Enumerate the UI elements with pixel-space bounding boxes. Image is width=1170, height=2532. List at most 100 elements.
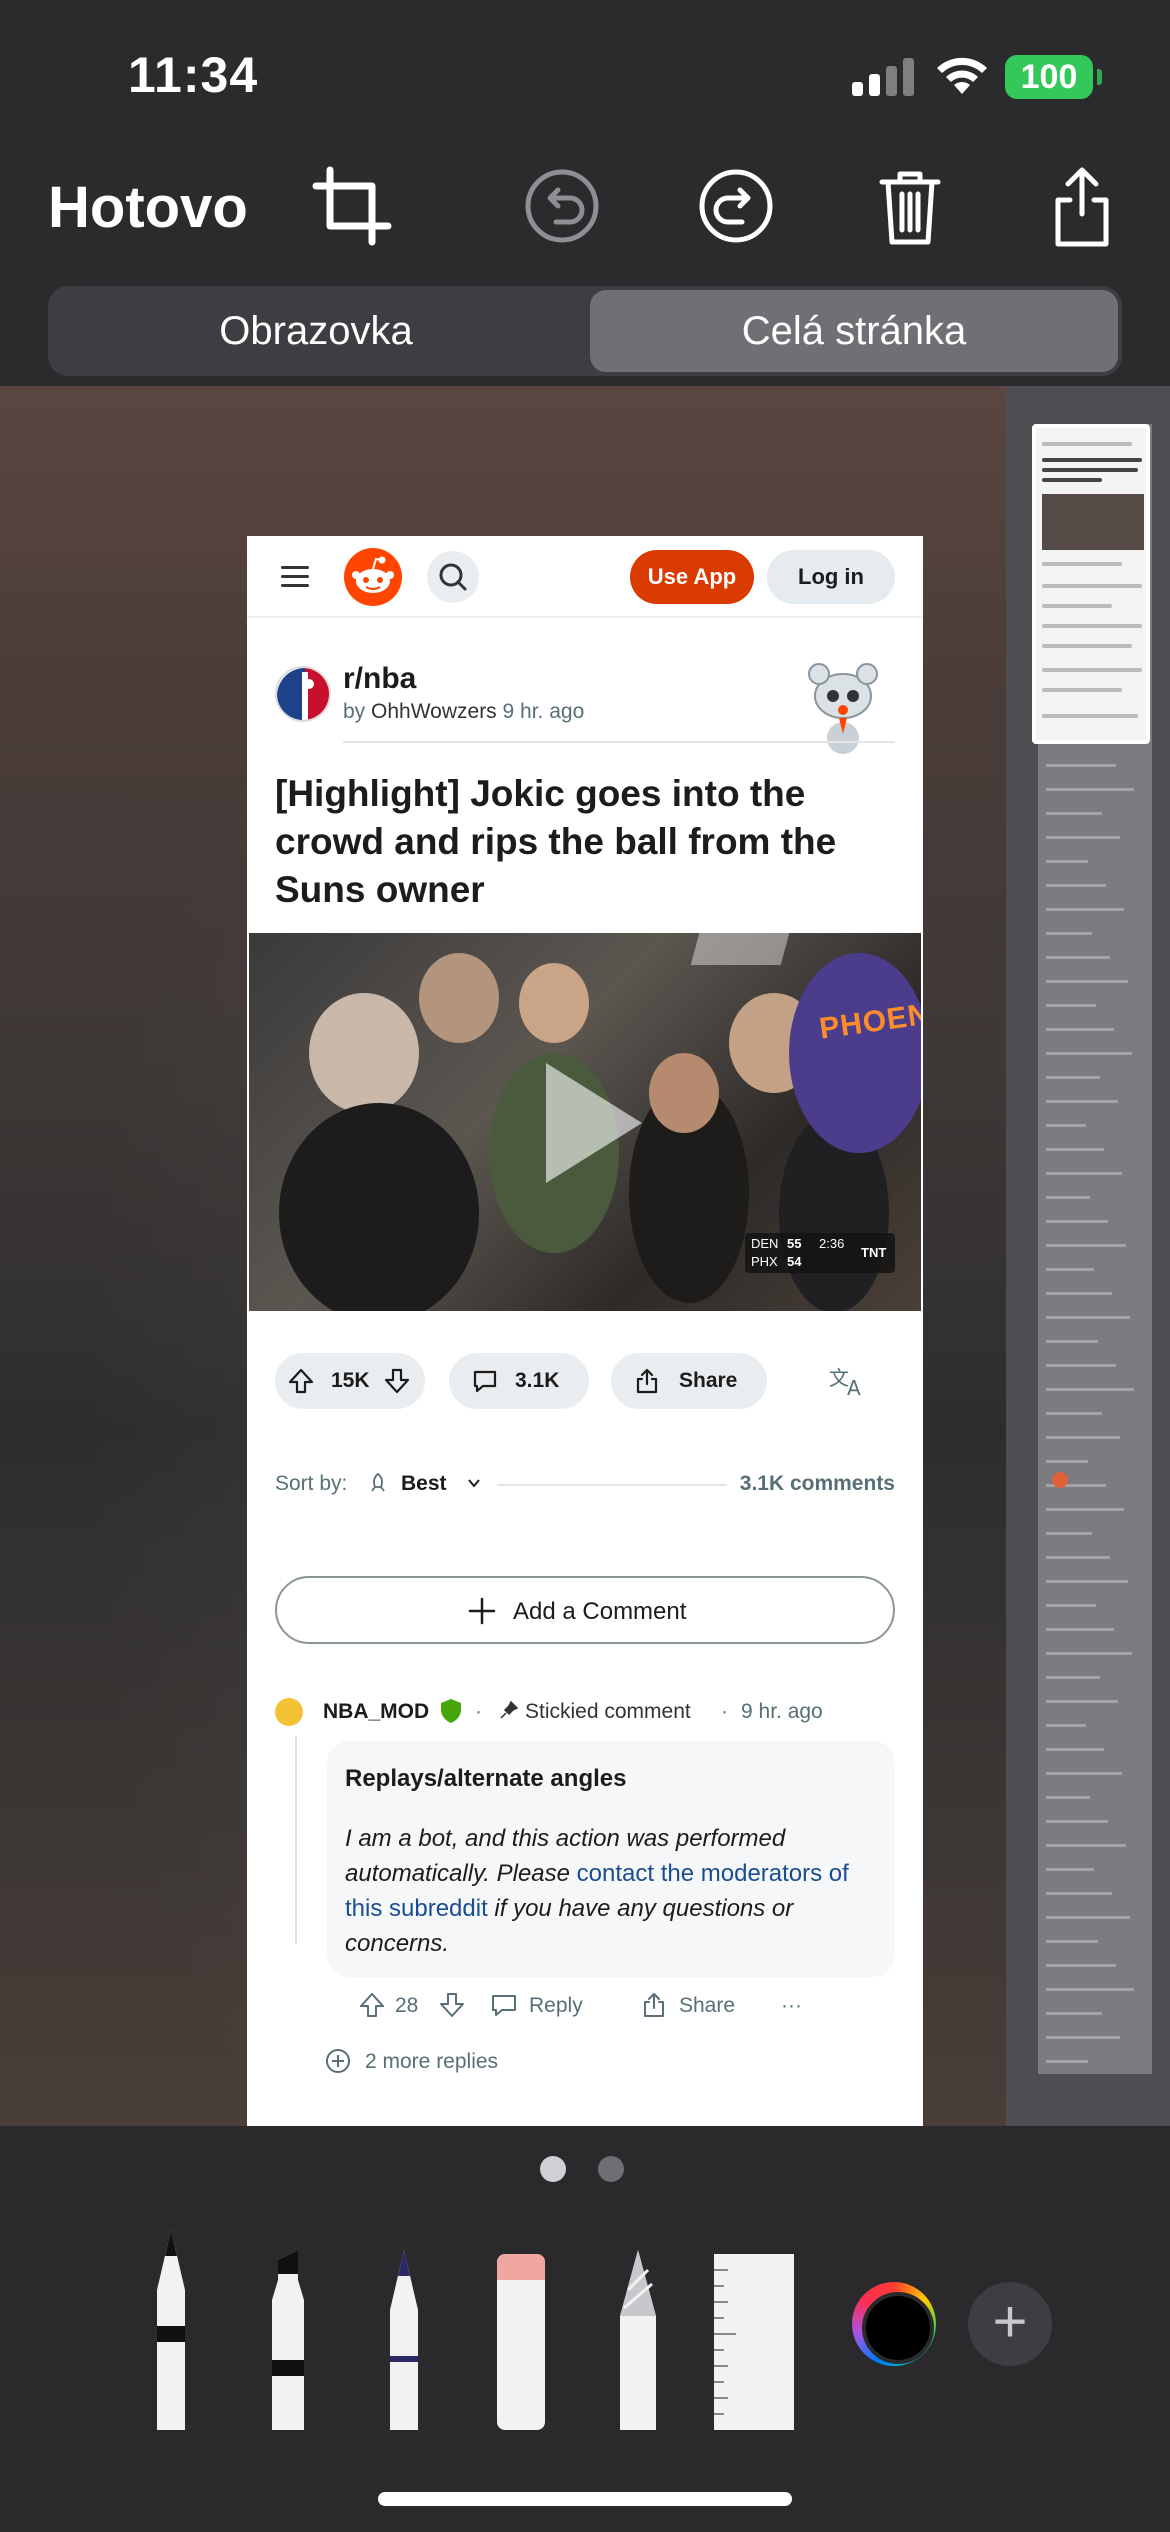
add-tool-button[interactable]: + [968,2282,1052,2366]
thumbnail-text-line [1046,1940,1098,1943]
thumbnail-text-line [1046,1316,1130,1319]
thumbnail-text-line [1046,1148,1104,1151]
thumbnail-text-line [1046,1172,1122,1175]
downvote-icon[interactable] [383,1367,411,1395]
comment-author[interactable]: NBA_MOD [323,1700,429,1724]
thumbnail-text-line [1046,1100,1118,1103]
thumbnail-text-line [1046,1508,1124,1511]
share-icon [636,1368,658,1394]
page-dot-active[interactable] [540,2156,566,2182]
share-icon[interactable] [639,1990,669,2020]
pencil-tool[interactable] [364,2220,444,2430]
page-thumbnail-strip[interactable] [1006,386,1170,2126]
thumbnail-text-line [1046,1796,1090,1799]
comment-heading: Replays/alternate angles [345,1765,627,1792]
tool-page-indicator[interactable] [540,2156,630,2182]
translate-icon[interactable]: 文A [829,1365,869,1404]
thumbnail-text-line [1046,1772,1122,1775]
downvote-icon[interactable] [437,1990,467,2020]
thumbnail-text-line [1046,1916,1130,1919]
reddit-logo[interactable] [344,548,402,606]
svg-text:A: A [847,1376,861,1397]
color-picker-button[interactable] [852,2282,936,2366]
comment-body-box: Replays/alternate angles I am a bot, and… [327,1741,895,1977]
comment-share-button[interactable]: Share [679,1994,735,2018]
comments-button[interactable]: 3.1K [449,1353,589,1409]
thumbnail-text-line [1046,836,1120,839]
segment-full-page[interactable]: Celá stránka [590,290,1118,372]
thumbnail-text-line [1046,908,1124,911]
visible-area-thumbnail[interactable] [1032,424,1150,744]
chevron-down-icon[interactable] [465,1474,483,1492]
upvote-icon[interactable] [287,1367,315,1395]
segment-screen[interactable]: Obrazovka [52,290,580,372]
thumbnail-text-line [1046,788,1134,791]
redo-icon[interactable] [694,164,778,248]
undo-icon[interactable] [520,164,604,248]
rocket-icon [371,1472,385,1492]
marker-tool[interactable] [248,2220,328,2430]
thumbnail-text-line [1046,1076,1100,1079]
add-comment-label: Add a Comment [513,1598,687,1625]
comment-icon [473,1370,497,1393]
thumbnail-text-line [1046,1244,1126,1247]
network-logo: TNT [861,1245,887,1260]
total-comments: 3.1K comments [739,1472,895,1495]
page-dot[interactable] [598,2156,624,2182]
more-replies-label: 2 more replies [365,2050,499,2073]
post-author[interactable]: OhhWowzers [371,700,497,723]
post-title[interactable]: [Highlight] Jokic goes into the crowd an… [275,770,895,914]
thumbnail-text-line [1046,1124,1086,1127]
subreddit-avatar[interactable] [275,666,331,722]
thread-line[interactable] [295,1736,297,1944]
thumbnail-text-line [1046,1652,1132,1655]
thumbnail-text-line [1046,1988,1134,1991]
upvote-count: 15K [331,1369,370,1392]
divider [497,1484,727,1486]
pen-tool[interactable] [131,2220,211,2430]
thumbnail-text-line [1046,1412,1102,1415]
avatar[interactable] [275,1698,303,1726]
thumbnail-text-line [1046,1196,1090,1199]
done-button[interactable]: Hotovo [48,174,248,241]
home-indicator[interactable] [378,2492,792,2506]
thumbnail-text-line [1046,1820,1108,1823]
moderator-shield-icon [441,1699,461,1723]
wifi-icon [934,56,990,96]
lasso-tool[interactable] [598,2220,678,2430]
thumbnail-text-line [1046,1364,1116,1367]
upvote-icon[interactable] [357,1990,387,2020]
sort-dropdown[interactable]: Best [401,1472,447,1496]
reply-button[interactable]: Reply [529,1994,583,2018]
thumbnail-text-line [1046,1388,1134,1391]
log-in-button[interactable]: Log in [767,550,895,604]
reply-icon[interactable] [489,1990,519,2020]
trash-icon[interactable] [868,164,952,248]
add-comment-button[interactable]: Add a Comment [275,1576,895,1644]
game-clock: 2:36 [819,1236,845,1251]
post-video[interactable]: PHOENIX DEN PHX 55 54 2:36 TNT [249,933,921,1311]
meta-separator: · [721,1700,728,1723]
eraser-tool[interactable] [481,2220,561,2430]
menu-icon[interactable] [281,566,309,588]
play-icon[interactable] [532,1053,652,1193]
ruler-tool[interactable] [714,2220,794,2430]
more-replies-button[interactable]: 2 more replies [325,2046,625,2082]
share-icon[interactable] [1040,164,1124,248]
crop-icon[interactable] [310,164,394,248]
expand-icon [326,2049,350,2073]
reddit-header: Use App Log in [247,536,923,618]
pin-icon [500,1700,519,1719]
post-byline: by OhhWowzers 9 hr. ago [343,700,584,724]
subreddit-name[interactable]: r/nba [343,662,416,696]
search-button[interactable] [427,551,479,603]
thumbnail-text-line [1046,1268,1094,1271]
more-options-button[interactable]: ··· [781,1994,802,2018]
post-share-button[interactable]: Share [611,1353,767,1409]
sort-label: Sort by: [275,1472,348,1495]
thumbnail-text-line [1046,1436,1120,1439]
divider [343,741,895,743]
post-action-row: 15K 3.1K Share 文A [275,1353,895,1409]
use-app-button[interactable]: Use App [630,550,754,604]
thumbnail-text-line [1046,1676,1100,1679]
